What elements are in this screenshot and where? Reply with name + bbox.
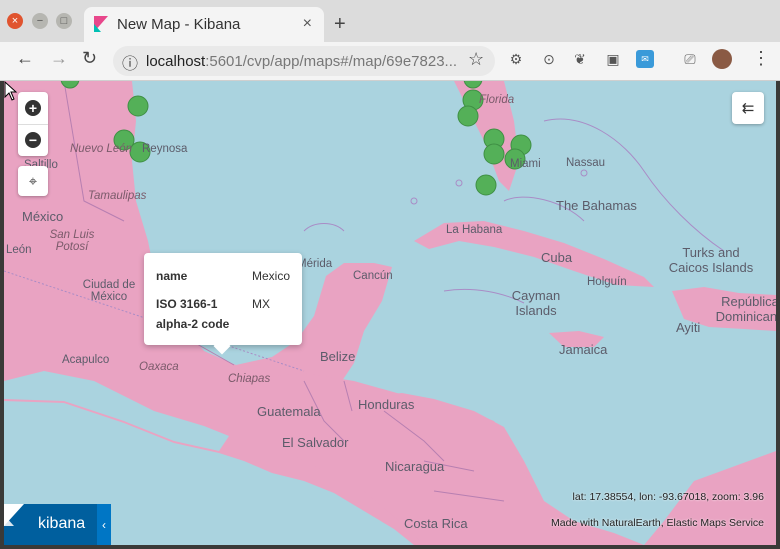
label-guatemala: Guatemala [257,404,321,419]
label-bahamas: The Bahamas [556,198,637,213]
window-maximize-button[interactable]: □ [56,13,72,29]
cast-icon[interactable]: ⎚ [681,50,699,68]
kibana-nav-badge[interactable]: kibana ‹ [4,504,111,545]
zoom-out-button[interactable]: − [25,132,41,148]
label-potosi: San Luis Potosí [49,229,95,253]
crosshair-icon: ⌖ [28,172,38,190]
label-belize: Belize [320,349,356,364]
tooltip-iso-key-line1: ISO 3166-1 [156,297,218,311]
label-holguin: Holguín [587,276,627,288]
label-oaxaca: Oaxaca [139,361,179,373]
browser-toolbar: ← → ↻ ⓘ localhost:5601/cvp/app/maps#/map… [0,42,780,81]
feature-tooltip: name Mexico ISO 3166-1 alpha-2 code MX [144,253,302,345]
tooltip-name-key: name [156,269,188,283]
label-miami: Miami [510,158,541,170]
label-leon: León [6,244,32,256]
bookmark-star-icon[interactable]: ☆ [468,49,484,70]
reload-icon[interactable]: ↻ [82,48,97,69]
label-jamaica: Jamaica [559,342,608,357]
label-merida: Mérida [297,258,333,270]
tooltip-name-value: Mexico [252,269,291,283]
kibana-logo-icon [4,504,24,526]
window-minimize-button[interactable]: − [32,13,48,29]
label-acapulco: Acapulco [62,354,110,366]
label-turks-caicos: Turks and Caicos Islands [668,245,754,275]
browser-tab-bar: × − □ New Map - Kibana × + [0,0,780,42]
label-cayman: Cayman Islands [511,288,561,318]
zoom-in-button[interactable]: + [25,100,41,116]
label-costa-rica: Costa Rica [404,516,468,531]
url-text: localhost:5601/cvp/app/maps#/map/69e7823… [146,53,458,70]
forward-icon[interactable]: → [50,48,68,69]
label-nuevo-leon: Nuevo León [70,143,133,155]
label-republica-dominicana: República Dominicana [715,294,776,324]
new-tab-icon[interactable]: + [334,14,346,34]
label-haiti: Ayiti [676,320,701,335]
extension-gear-icon[interactable]: ⚙ [507,50,525,68]
chevron-left-icon: ‹ [102,517,106,532]
map-coordinates-readout: lat: 17.38554, lon: -93.67018, zoom: 3.9… [572,491,764,503]
label-mexico: México [22,209,64,224]
label-reynosa: Reynosa [142,143,188,155]
back-icon[interactable]: ← [16,48,34,69]
tab-close-icon[interactable]: × [303,15,312,33]
map-attribution: Made with NaturalEarth, Elastic Maps Ser… [551,517,764,529]
tooltip-iso-key-line2: alpha-2 code [156,317,230,331]
label-cuba: Cuba [541,250,573,265]
label-florida: Florida [479,94,515,106]
mouse-cursor-icon [4,81,18,101]
label-la-habana: La Habana [446,224,503,236]
label-cancun: Cancún [353,270,393,282]
label-ciudad-mexico: Ciudad de México [82,279,136,303]
map-canvas[interactable]: México The Bahamas Cuba Belize Guatemala… [4,81,776,545]
label-nassau: Nassau [566,157,605,169]
label-nicaragua: Nicaragua [385,459,445,474]
layer-panel-toggle-button[interactable]: ⇇ [732,92,764,124]
browser-menu-icon[interactable]: ⋮ [752,48,770,69]
locate-button[interactable]: ⌖ [18,166,48,196]
site-info-icon[interactable]: ⓘ [122,50,138,74]
address-bar[interactable]: ⓘ localhost:5601/cvp/app/maps#/map/69e78… [113,46,495,76]
label-chiapas: Chiapas [228,373,271,385]
nav-collapse-button[interactable]: ‹ [97,504,111,545]
collapse-layers-icon: ⇇ [741,100,755,117]
browser-tab[interactable]: New Map - Kibana × [84,7,324,42]
tab-title: New Map - Kibana [117,16,241,33]
zoom-divider [18,124,48,125]
label-honduras: Honduras [358,397,415,412]
extension-screenshot-icon[interactable]: ▣ [604,50,622,68]
zoom-controls: + − [18,92,48,156]
label-tamaulipas: Tamaulipas [88,190,147,202]
extension-chat-icon[interactable]: ✉ [636,50,654,68]
extension-code-icon[interactable]: ⊙ [540,50,558,68]
window-close-button[interactable]: × [7,13,23,29]
profile-avatar[interactable] [712,49,732,69]
extension-leaf-icon[interactable]: ❦ [571,50,589,68]
kibana-favicon-icon [94,16,108,32]
tooltip-iso-value: MX [252,297,270,311]
kibana-label: kibana [38,515,86,532]
label-el-salvador: El Salvador [282,435,349,450]
